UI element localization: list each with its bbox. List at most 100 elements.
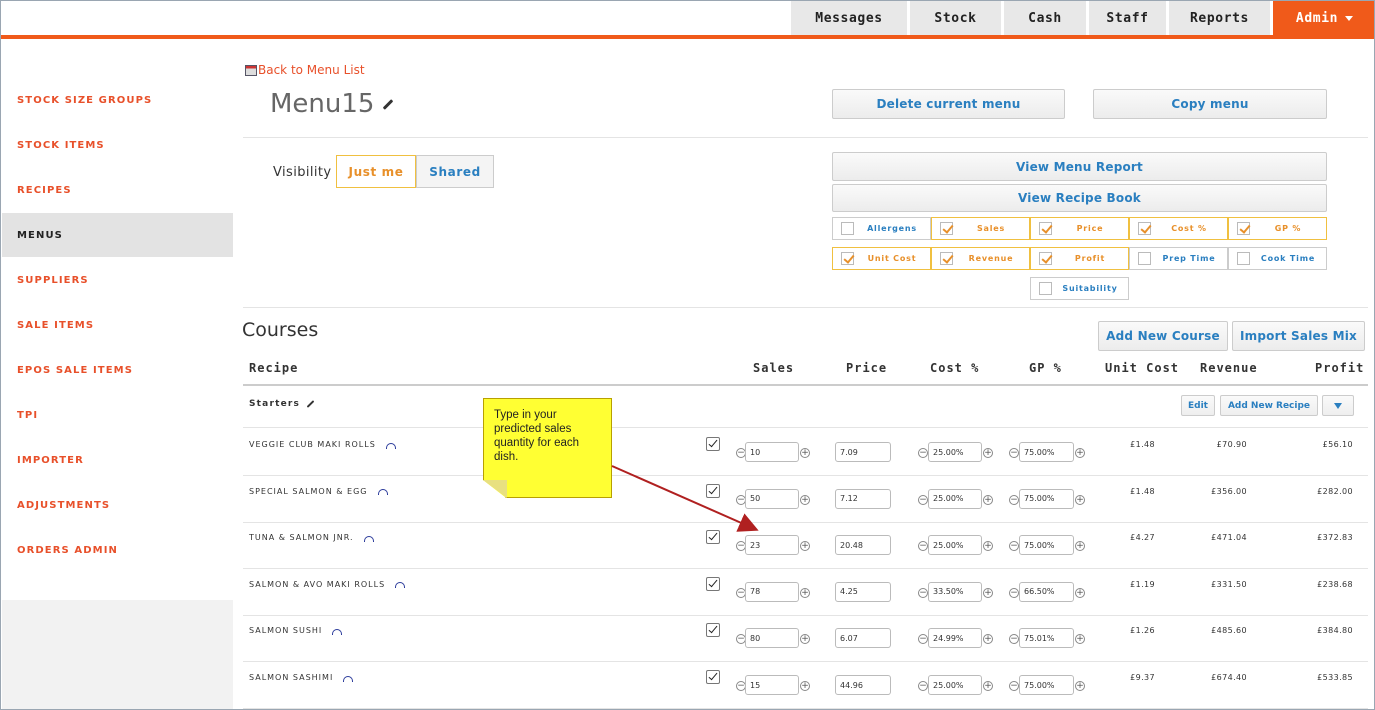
price-input[interactable]: 20.48 [835,535,891,556]
sales-input[interactable]: 15 [745,675,799,695]
plus-icon[interactable]: + [983,448,993,458]
toggle-prep-time[interactable]: Prep Time [1129,247,1228,270]
minus-icon[interactable]: − [918,634,928,645]
minus-icon[interactable]: − [1009,494,1019,505]
cost-pct-input[interactable]: 25.00% [928,488,982,509]
sales-input[interactable]: 23 [745,535,799,556]
price-input[interactable]: 6.07 [835,628,891,649]
recipe-name[interactable]: SALMON SUSHI [249,626,343,635]
sidebar-item-menus[interactable]: MENUS [2,213,233,257]
sales-input[interactable]: 50 [745,488,799,509]
view-menu-report-button[interactable]: View Menu Report [832,152,1327,181]
sidebar-item-stock-items[interactable]: STOCK ITEMS [2,123,233,167]
toggle-gp-pct[interactable]: GP % [1228,217,1327,240]
price-input[interactable]: 7.09 [835,442,891,462]
plus-icon[interactable]: + [983,541,993,552]
include-checkbox[interactable] [706,623,720,638]
gp-pct-input[interactable]: 75.00% [1019,535,1074,556]
price-input[interactable]: 44.96 [835,675,891,695]
plus-icon[interactable]: + [800,448,810,458]
minus-icon[interactable]: − [918,681,928,691]
minus-icon[interactable]: − [1009,448,1019,458]
plus-icon[interactable]: + [1075,634,1085,645]
cost-pct-input[interactable]: 25.00% [928,675,982,695]
toggle-allergens[interactable]: Allergens [832,217,931,240]
plus-icon[interactable]: + [800,681,810,691]
toggle-sales[interactable]: Sales [931,217,1030,240]
sidebar-item-orders-admin[interactable]: ORDERS ADMIN [2,528,233,572]
plus-icon[interactable]: + [1075,587,1085,598]
gp-pct-input[interactable]: 75.00% [1019,675,1074,695]
sidebar-item-recipes[interactable]: RECIPES [2,168,233,212]
undo-icon[interactable] [363,535,374,542]
sales-input[interactable]: 80 [745,628,799,649]
cost-pct-input[interactable]: 25.00% [928,442,982,462]
cost-pct-input[interactable]: 33.50% [928,581,982,602]
sidebar-item-suppliers[interactable]: SUPPLIERS [2,258,233,302]
undo-icon[interactable] [343,675,354,682]
sales-input[interactable]: 10 [745,442,799,462]
toggle-suitability[interactable]: Suitability [1030,277,1129,300]
sidebar-item-importer[interactable]: IMPORTER [2,438,233,482]
recipe-name[interactable]: VEGGIE CLUB MAKI ROLLS [249,440,396,449]
include-checkbox[interactable] [706,437,720,451]
toggle-revenue[interactable]: Revenue [931,247,1030,270]
minus-icon[interactable]: − [918,587,928,598]
price-input[interactable]: 4.25 [835,581,891,602]
plus-icon[interactable]: + [1075,681,1085,691]
toggle-cook-time[interactable]: Cook Time [1228,247,1327,270]
tab-cash[interactable]: Cash [1004,1,1086,35]
plus-icon[interactable]: + [1075,541,1085,552]
recipe-name[interactable]: TUNA & SALMON JNR. [249,533,374,542]
minus-icon[interactable]: − [1009,634,1019,645]
tab-admin[interactable]: Admin [1273,1,1374,35]
sidebar-item-stock-size-groups[interactable]: STOCK SIZE GROUPS [2,78,233,122]
include-checkbox[interactable] [706,670,720,684]
back-to-menu-list-link[interactable]: Back to Menu List [245,63,365,77]
undo-icon[interactable] [395,582,406,589]
sales-input[interactable]: 78 [745,581,799,602]
visibility-just-me[interactable]: Just me [336,155,416,188]
section-dropdown-button[interactable] [1322,395,1354,416]
plus-icon[interactable]: + [983,681,993,691]
copy-menu-button[interactable]: Copy menu [1093,89,1327,119]
cost-pct-input[interactable]: 24.99% [928,628,982,649]
recipe-name[interactable]: SPECIAL SALMON & EGG [249,487,388,496]
plus-icon[interactable]: + [1075,494,1085,505]
plus-icon[interactable]: + [800,587,810,598]
minus-icon[interactable]: − [918,448,928,458]
sidebar-item-adjustments[interactable]: ADJUSTMENTS [2,483,233,527]
undo-icon[interactable] [385,442,396,449]
include-checkbox[interactable] [706,576,720,591]
add-new-course-button[interactable]: Add New Course [1098,321,1228,351]
minus-icon[interactable]: − [918,494,928,505]
visibility-shared[interactable]: Shared [416,155,494,188]
delete-menu-button[interactable]: Delete current menu [832,89,1065,119]
add-new-recipe-button[interactable]: Add New Recipe [1220,395,1318,416]
gp-pct-input[interactable]: 75.01% [1019,628,1074,649]
gp-pct-input[interactable]: 66.50% [1019,581,1074,602]
price-input[interactable]: 7.12 [835,488,891,509]
minus-icon[interactable]: − [918,541,928,552]
plus-icon[interactable]: + [983,634,993,645]
include-checkbox[interactable] [706,483,720,498]
gp-pct-input[interactable]: 75.00% [1019,488,1074,509]
include-checkbox[interactable] [706,530,720,545]
minus-icon[interactable]: − [1009,541,1019,552]
plus-icon[interactable]: + [800,541,810,552]
toggle-profit[interactable]: Profit [1030,247,1129,270]
import-sales-mix-button[interactable]: Import Sales Mix [1232,321,1365,351]
gp-pct-input[interactable]: 75.00% [1019,442,1074,462]
sidebar-item-tpi[interactable]: TPI [2,393,233,437]
minus-icon[interactable]: − [1009,681,1019,691]
plus-icon[interactable]: + [983,494,993,505]
plus-icon[interactable]: + [800,634,810,645]
recipe-name[interactable]: SALMON & AVO MAKI ROLLS [249,580,406,589]
tab-reports[interactable]: Reports [1169,1,1270,35]
pencil-icon[interactable] [306,399,315,408]
tab-messages[interactable]: Messages [791,1,907,35]
tab-staff[interactable]: Staff [1089,1,1166,35]
undo-icon[interactable] [377,489,388,496]
undo-icon[interactable] [332,628,343,635]
sidebar-item-epos-sale-items[interactable]: EPOS SALE ITEMS [2,348,233,392]
